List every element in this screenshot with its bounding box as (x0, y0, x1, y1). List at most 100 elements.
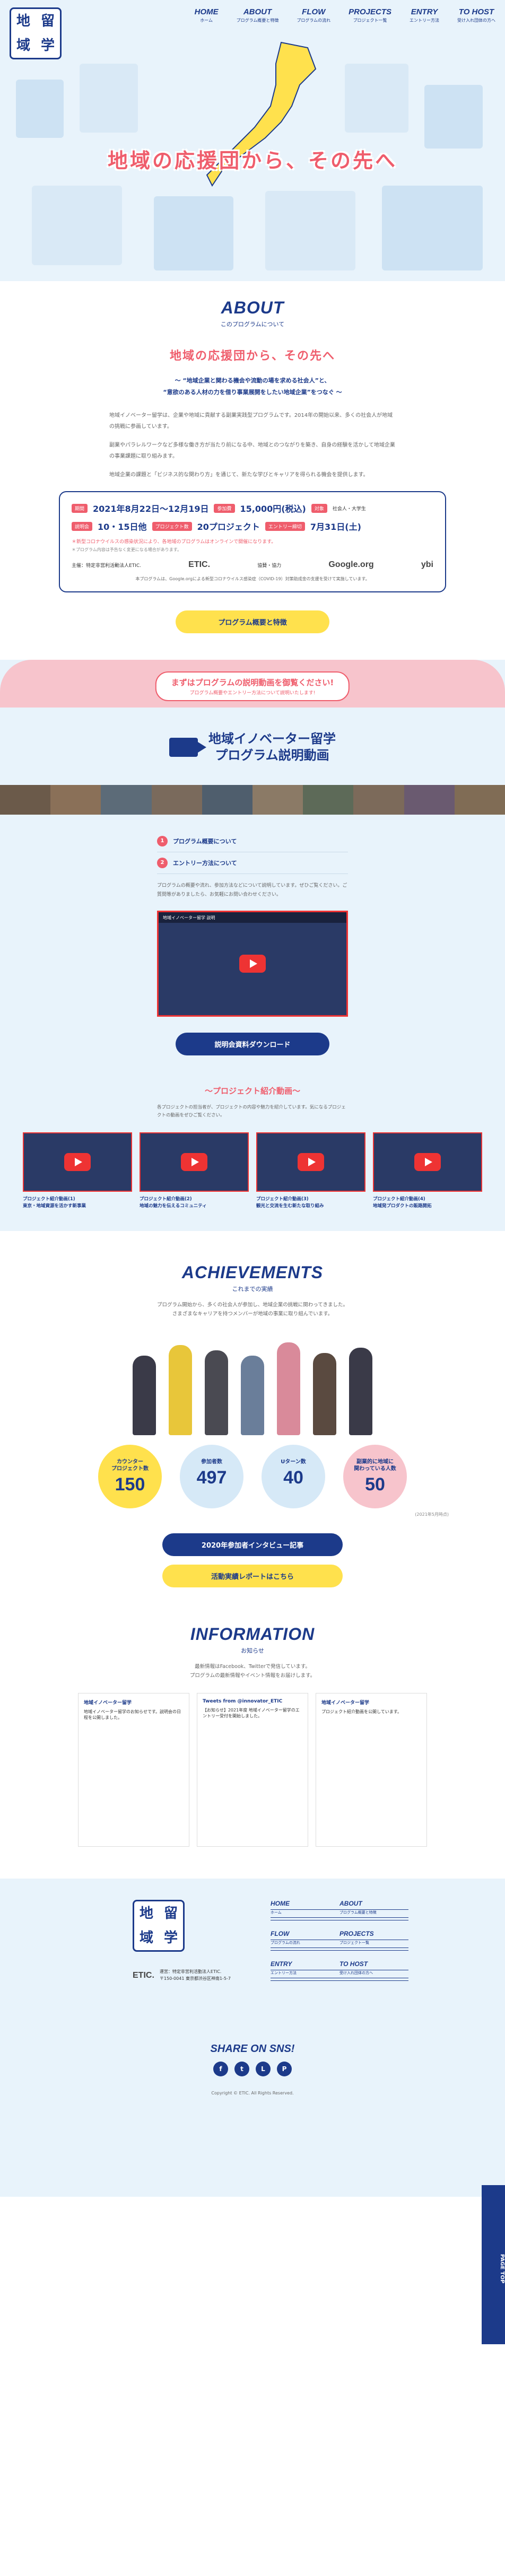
nav-to-host[interactable]: TO HOST 受け入れ団体の方へ (457, 7, 495, 23)
footer-nav: HOME ホーム ABOUT プログラム概要と特徴 FLOW プログラムの流れ PRO… (271, 1900, 408, 1981)
fee-tag: 参加費 (214, 503, 235, 513)
download-slides-button[interactable]: 説明会資料ダウンロード (176, 1032, 329, 1055)
nav-about[interactable]: ABOUT プログラム概要と特徴 (237, 7, 279, 23)
twitter-icon[interactable]: t (234, 2062, 249, 2077)
google-org-logo: Google.org (328, 560, 374, 569)
target-value: 社会人・大学生 (332, 506, 366, 512)
twitter-widget[interactable]: Tweets from @innovator_ETIC 【お知らせ】2021年度… (197, 1693, 308, 1847)
projects-value: 20プロジェクト (197, 522, 260, 532)
nav-projects[interactable]: PROJECTS プロジェクト一覧 (349, 7, 391, 23)
video-player[interactable]: 地域イノベーター留学 説明 (157, 910, 348, 1017)
photo-strip (0, 785, 505, 815)
stat-circle: カウンター プロジェクト数 150 (98, 1444, 162, 1508)
about-lead: 〜 “地域企業と関わる機会や流動の場を求める社会人”と、 “意欲のある人材の力を… (163, 377, 342, 396)
illustration-market (32, 186, 122, 265)
program-overview-button[interactable]: プログラム概要と特徴 (176, 610, 329, 633)
grant-note: 本プログラムは、Google.orgによる新型コロナウイルス感染症（COVID-… (135, 577, 370, 581)
about-catchcopy: 地域の応援団から、その先へ (169, 350, 335, 363)
period-value: 2021年8月22日〜12月19日 (93, 504, 209, 514)
hero-title: 地域の応援団から、その先へ (107, 149, 397, 172)
youtube-play-icon[interactable] (239, 954, 266, 973)
youtube-play-icon[interactable] (181, 1153, 207, 1172)
project-video-card[interactable]: プロジェクト紹介動画(3) 観光と交流を生む新たな取り組み (256, 1132, 365, 1210)
video-section: まずはプログラムの説明動画を御覧ください! プログラム概要やエントリー方法につい… (0, 660, 505, 1231)
deadline-value: 7月31日(土) (310, 522, 361, 532)
footer-nav-projects[interactable]: PROJECTS プロジェクト一覧 (339, 1930, 408, 1951)
achievements-subtitle: これまでの実績 (232, 1285, 273, 1293)
illustration-harbor (382, 186, 483, 270)
video-banner-label: まずはプログラムの説明動画を御覧ください! プログラム概要やエントリー方法につい… (155, 671, 350, 701)
footer-logo[interactable]: 地留 域学 (133, 1900, 185, 1952)
sns-widgets: 地域イノベーター留学 地域イノベーター留学のお知らせです。説明会の日程を公開しま… (0, 1693, 505, 1847)
interview-button[interactable]: 2020年参加者インタビュー記事 (162, 1533, 343, 1556)
youtube-play-icon[interactable] (414, 1153, 441, 1172)
change-note: ＊プログラム内容は予告なく変更になる場合があります。 (72, 547, 181, 552)
sponsor-label: 協賛・協力 (257, 563, 282, 569)
etic-logo: ETIC. (133, 1971, 154, 1980)
facebook-widget[interactable]: 地域イノベーター留学 地域イノベーター留学のお知らせです。説明会の日程を公開しま… (78, 1693, 189, 1847)
project-video-card[interactable]: プロジェクト紹介動画(2) 地域の魅力を伝えるコミュニティ (140, 1132, 249, 1210)
deadline-tag: エントリー締切 (265, 521, 305, 531)
stats-note: (2021年5月時点) (415, 1512, 449, 1517)
illustration-office (265, 191, 355, 270)
page-top-button[interactable]: PAGE TOP (482, 2185, 505, 2344)
about-title: ABOUT (221, 298, 284, 317)
site-logo[interactable]: 地 留 域 学 (10, 7, 62, 59)
information-lead: 最新情報はFacebook、Twitterで発信しています。 プログラムの最新情… (189, 1663, 316, 1679)
nav-home[interactable]: HOME ホーム (195, 7, 219, 23)
facebook-widget-2[interactable]: 地域イノベーター留学 プロジェクト紹介動画を公開しています。 (316, 1693, 427, 1847)
footer-nav-entry[interactable]: ENTRY エントリー方法 (271, 1960, 339, 1981)
share-title: SHARE ON SNS! (210, 2043, 295, 2055)
facebook-icon[interactable]: f (213, 2062, 228, 2077)
project-video-description: 各プロジェクトの担当者が、プロジェクトの内容や魅力を紹介しています。気になるプロ… (157, 1104, 346, 1118)
about-subtitle: このプログラムについて (220, 321, 285, 328)
video-description: プログラムの概要や流れ、参加方法などについて説明しています。ぜひご覧ください。ご… (157, 883, 347, 898)
project-video-heading: 〜プロジェクト紹介動画〜 (204, 1086, 300, 1096)
achievements-lead: プログラム開始から、多くの社会人が参加し、地域企業の挑戦に関わってきました。 さ… (157, 1302, 348, 1317)
illustration-townscape (16, 80, 64, 138)
report-button[interactable]: 活動実績レポートはこちら (162, 1564, 343, 1587)
achievements-section: ACHIEVEMENTS これまでの実績 プログラム開始から、多くの社会人が参加… (0, 1231, 505, 1587)
footer-nav-flow[interactable]: FLOW プログラムの流れ (271, 1930, 339, 1951)
target-tag: 対象 (311, 503, 327, 513)
video-banner: まずはプログラムの説明動画を御覧ください! プログラム概要やエントリー方法につい… (0, 660, 505, 708)
information-section: INFORMATION お知らせ 最新情報はFacebook、Twitterで発… (0, 1587, 505, 1847)
line-icon[interactable]: L (256, 2062, 271, 2077)
information-subtitle: お知らせ (241, 1647, 264, 1654)
nav-entry[interactable]: ENTRY エントリー方法 (410, 7, 439, 23)
ybi-logo: ybi (421, 560, 433, 569)
projects-tag: プロジェクト数 (152, 521, 192, 531)
project-video-card[interactable]: プロジェクト紹介動画(4) 地域発プロダクトの販路開拓 (373, 1132, 482, 1210)
footer-nav-to-host[interactable]: TO HOST 受け入れ団体の方へ (339, 1960, 408, 1981)
illustration-workers (345, 64, 408, 133)
footer-nav-home[interactable]: HOME ホーム (271, 1900, 339, 1921)
nav-flow[interactable]: FLOW プログラムの流れ (297, 7, 330, 23)
footer-nav-about[interactable]: ABOUT プログラム概要と特徴 (339, 1900, 408, 1921)
organizer: 主催：特定非営利活動法人ETIC. (72, 563, 141, 569)
etic-logo: ETIC. (188, 560, 211, 569)
about-section: ABOUT このプログラムについて 地域の応援団から、その先へ 〜 “地域企業と… (0, 281, 505, 633)
main-nav: HOME ホーム ABOUT プログラム概要と特徴 FLOW プログラムの流れ PRO… (195, 7, 495, 23)
video-chapter-item[interactable]: 2 エントリー方法について (157, 852, 348, 875)
youtube-play-icon[interactable] (64, 1153, 91, 1172)
illustration-shop (424, 85, 483, 149)
footer-organization: ETIC. 運営：特定非営利活動法人ETIC. 〒150-0041 東京都渋谷区… (133, 1969, 231, 1983)
copyright: Copyright © ETIC. All Rights Reserved. (211, 2091, 294, 2096)
video-chapter-item[interactable]: 1 プログラム概要について (157, 831, 348, 853)
video-camera-icon (169, 738, 206, 757)
participants-photos (0, 1334, 505, 1435)
project-video-card[interactable]: プロジェクト紹介動画(1) 東京・地域資源を活かす新事業 (23, 1132, 132, 1210)
youtube-play-icon[interactable] (298, 1153, 324, 1172)
stat-circle: 副業的に地域に 関わっている人数 50 (343, 1444, 407, 1508)
pocket-icon[interactable]: P (277, 2062, 292, 2077)
footer: 地留 域学 HOME ホーム ABOUT プログラム概要と特徴 FLOW プログラムの… (0, 1879, 505, 2197)
illustration-farm (80, 64, 138, 133)
hero: 地 留 域 学 HOME ホーム ABOUT プログラム概要と特徴 FLOW プログラ… (0, 0, 505, 281)
stat-circle: 参加者数 497 (180, 1444, 243, 1508)
share-section: SHARE ON SNS! f t L P (0, 2043, 505, 2077)
covid-note: ＊新型コロナウイルスの感染状況により、各地域のプログラムはオンラインで開催になり… (72, 539, 276, 545)
period-tag: 期間 (72, 503, 88, 513)
achievement-stats: カウンター プロジェクト数 150 参加者数 497 Uターン数 40 副業的に… (0, 1444, 505, 1508)
briefing-value: 10・15日他 (98, 522, 147, 532)
fee-value: 15,000円(税込) (240, 504, 306, 514)
